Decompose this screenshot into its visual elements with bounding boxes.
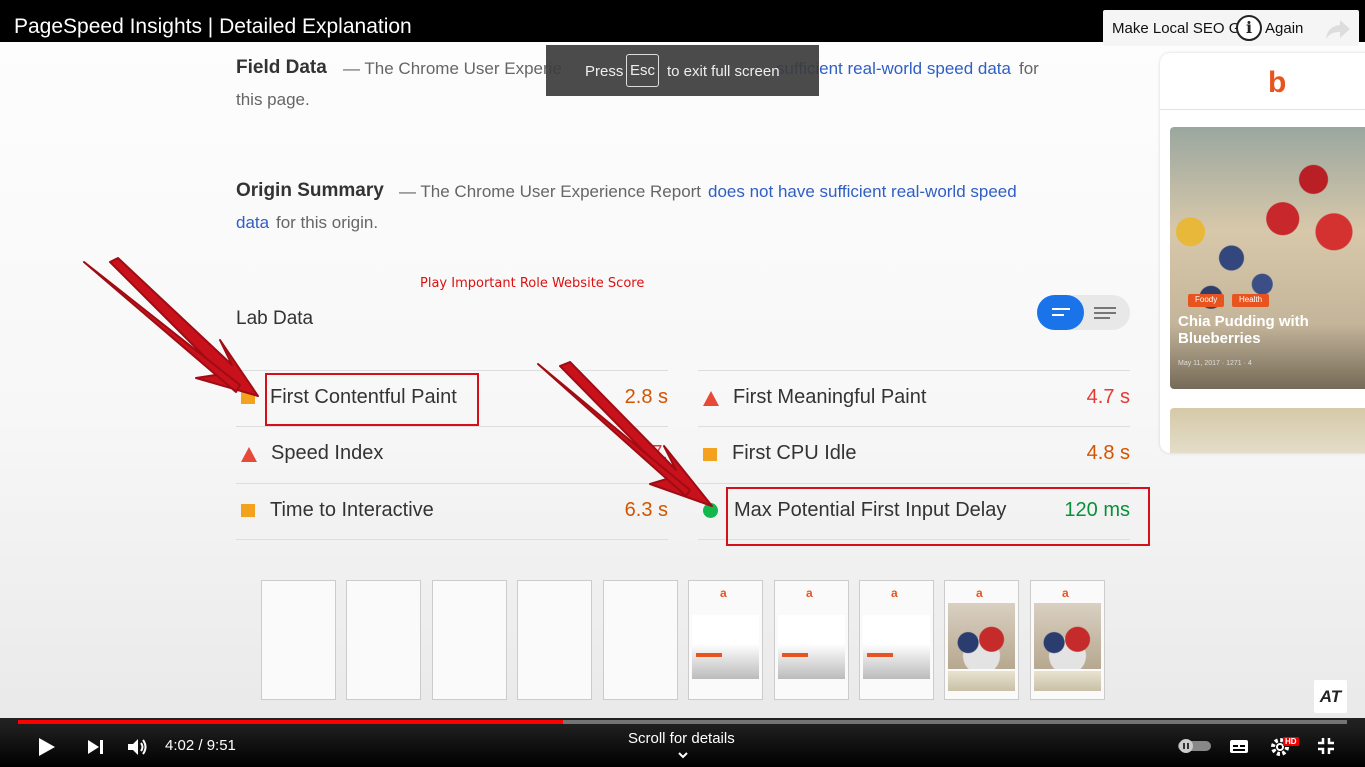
exit-fullscreen-icon[interactable] <box>1317 737 1335 755</box>
mobile-preview: b Foody Health Chia Pudding with Blueber… <box>1160 53 1365 453</box>
filmstrip-logo: a <box>1062 586 1069 600</box>
progress-bar[interactable] <box>18 720 1347 724</box>
filmstrip-frame <box>432 580 507 700</box>
progress-played <box>18 720 563 724</box>
video-title[interactable]: PageSpeed Insights | Detailed Explanatio… <box>14 15 412 39</box>
toast-text: to exit full screen <box>667 63 780 80</box>
chevron-down-icon[interactable] <box>678 750 688 760</box>
filmstrip-frame: a <box>688 580 763 700</box>
subtitles-icon[interactable] <box>1229 739 1249 754</box>
filmstrip-frame <box>346 580 421 700</box>
food-image <box>1170 408 1365 453</box>
play-icon[interactable] <box>38 737 56 757</box>
related-video-title[interactable]: Make Local SEO G <box>1112 20 1240 37</box>
category-tag: Foody <box>1188 294 1225 307</box>
post-meta: May 11, 2017 · 1271 · 4 <box>1178 360 1252 367</box>
filmstrip-frame <box>603 580 678 700</box>
filmstrip-logo: a <box>891 586 898 600</box>
arrow-icon <box>537 363 691 497</box>
food-image <box>1034 603 1101 669</box>
filmstrip-logo: a <box>720 586 727 600</box>
filmstrip-frame: a <box>1030 580 1105 700</box>
post-title: Chia Pudding with Blueberries <box>1178 313 1309 347</box>
share-icon[interactable] <box>1325 18 1351 40</box>
volume-icon[interactable] <box>127 737 149 757</box>
related-video-card[interactable]: Make Local SEO G Again i <box>1103 10 1359 46</box>
filmstrip-frame: a <box>774 580 849 700</box>
arrow-icon <box>559 361 713 507</box>
filmstrip-frame <box>261 580 336 700</box>
filmstrip-logo: a <box>806 586 813 600</box>
next-icon[interactable] <box>87 739 104 755</box>
arrow-icon <box>83 261 241 393</box>
arrow-icon <box>109 257 259 397</box>
autoplay-toggle-icon[interactable] <box>1177 738 1212 754</box>
food-image <box>1170 127 1365 389</box>
toast-text: Press <box>585 63 624 80</box>
video-player[interactable]: Field Data — The Chrome User Experie suf… <box>0 0 1365 767</box>
filmstrip-frame <box>517 580 592 700</box>
info-icon[interactable]: i <box>1236 15 1262 41</box>
site-logo: b <box>1268 66 1287 99</box>
category-tag: Health <box>1232 294 1270 307</box>
hd-badge: HD <box>1283 737 1299 746</box>
esc-key: Esc <box>626 54 659 87</box>
filmstrip-logo: a <box>976 586 983 600</box>
scroll-hint[interactable]: Scroll for details <box>628 730 735 747</box>
food-image <box>948 603 1015 669</box>
related-video-title-end[interactable]: Again <box>1265 20 1303 37</box>
filmstrip-frame: a <box>944 580 1019 700</box>
channel-watermark-logo[interactable]: AT <box>1314 680 1347 713</box>
time-display: 4:02 / 9:51 <box>165 737 236 754</box>
fullscreen-toast: Press Esc to exit full screen <box>546 45 819 96</box>
filmstrip-frame: a <box>859 580 934 700</box>
